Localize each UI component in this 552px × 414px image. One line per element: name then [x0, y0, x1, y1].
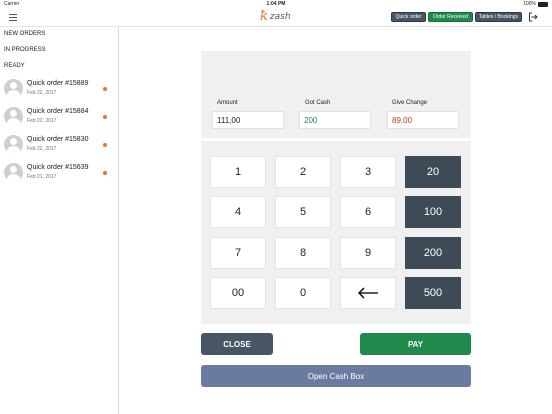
order-date: Feb 21, 2017: [27, 174, 57, 180]
order-title: Quick order #15884: [27, 108, 89, 115]
status-dot-icon: [103, 171, 107, 175]
section-in-progress[interactable]: IN PROGRESS: [4, 47, 46, 53]
battery-percent: 100%: [523, 1, 536, 7]
give-change-label: Give Change: [392, 100, 428, 106]
key-3[interactable]: 3: [340, 156, 396, 188]
key-6[interactable]: 6: [340, 196, 396, 228]
key-5[interactable]: 5: [275, 196, 331, 228]
section-new-orders[interactable]: NEW ORDERS: [4, 31, 45, 37]
amount-field[interactable]: 111,00: [212, 111, 284, 129]
clock: 1:04 PM: [266, 1, 286, 7]
key-1[interactable]: 1: [210, 156, 266, 188]
key-7[interactable]: 7: [210, 237, 266, 269]
logout-icon[interactable]: [528, 12, 538, 22]
key-00[interactable]: 00: [210, 277, 266, 309]
order-title: Quick order #15889: [27, 80, 89, 87]
pay-button[interactable]: PAY: [360, 333, 471, 355]
battery-indicator: 100%: [523, 1, 548, 7]
status-dot-icon: [103, 115, 107, 119]
avatar: [4, 79, 23, 98]
order-date: Feb 22, 2017: [27, 90, 57, 96]
order-title: Quick order #15830: [27, 136, 89, 143]
menu-icon[interactable]: [9, 14, 17, 21]
status-dot-icon: [103, 87, 107, 91]
key-4[interactable]: 4: [210, 196, 266, 228]
key-2[interactable]: 2: [275, 156, 331, 188]
logo-text: zash: [269, 12, 291, 22]
order-date: Feb 22, 2017: [27, 118, 57, 124]
avatar: [4, 163, 23, 182]
section-ready[interactable]: READY: [4, 63, 25, 69]
status-bar: Carrier 1:04 PM 100%: [0, 0, 552, 8]
close-button[interactable]: CLOSE: [201, 333, 273, 355]
avatar: [4, 135, 23, 154]
order-received-button[interactable]: Order Received: [428, 12, 473, 22]
order-list-item[interactable]: Quick order #15889 Feb 22, 2017: [0, 77, 118, 105]
status-dot-icon: [103, 143, 107, 147]
got-cash-label: Got Cash: [305, 100, 331, 106]
top-navbar: ꝁ zash Quick order Order Received Tables…: [0, 8, 552, 27]
numeric-keypad: 1 2 3 20 4 5 6 100 7 8 9 200 00 0 500: [201, 141, 471, 324]
key-8[interactable]: 8: [275, 237, 331, 269]
quick-order-button[interactable]: Quick order: [391, 12, 426, 22]
give-change-field[interactable]: 89,00: [387, 111, 459, 129]
order-list-item[interactable]: Quick order #15639 Feb 21, 2017: [0, 161, 118, 189]
quick-cash-20-button[interactable]: 20: [405, 156, 461, 188]
avatar: [4, 107, 23, 126]
order-list-item[interactable]: Quick order #15884 Feb 22, 2017: [0, 105, 118, 133]
quick-cash-100-button[interactable]: 100: [405, 196, 461, 228]
got-cash-field[interactable]: 200: [299, 111, 371, 129]
orders-sidebar: NEW ORDERS IN PROGRESS READY Quick order…: [0, 27, 119, 414]
app-logo: ꝁ zash: [260, 10, 291, 24]
order-date: Feb 22, 2017: [27, 146, 57, 152]
logo-mark-icon: ꝁ: [260, 9, 268, 24]
quick-cash-500-button[interactable]: 500: [405, 277, 461, 309]
key-0[interactable]: 0: [275, 277, 331, 309]
open-cash-box-button[interactable]: Open Cash Box: [201, 365, 471, 387]
quick-cash-200-button[interactable]: 200: [405, 237, 461, 269]
amount-label: Amount: [217, 100, 238, 106]
backspace-arrow-icon: [357, 287, 378, 299]
order-title: Quick order #15639: [27, 164, 89, 171]
order-list-item[interactable]: Quick order #15830 Feb 22, 2017: [0, 133, 118, 161]
backspace-button[interactable]: [340, 277, 396, 309]
battery-icon: [538, 1, 548, 7]
key-9[interactable]: 9: [340, 237, 396, 269]
tables-bookings-button[interactable]: Tables / Bookings: [475, 12, 522, 22]
